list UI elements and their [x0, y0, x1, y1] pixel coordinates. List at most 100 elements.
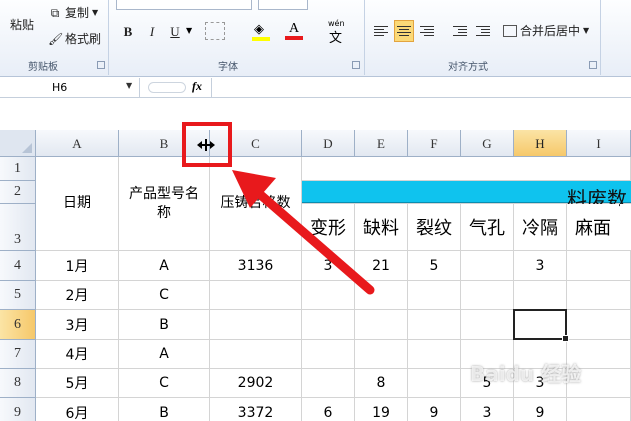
table-cell[interactable] [408, 340, 460, 368]
row-header-4[interactable]: 4 [0, 251, 36, 281]
copy-button[interactable]: ⧉ 复制 ▼ [48, 4, 98, 21]
table-cell[interactable] [408, 310, 460, 339]
font-name-select[interactable] [116, 0, 252, 10]
defect-header[interactable]: 裂纹 [408, 204, 460, 250]
selected-cell[interactable] [513, 309, 569, 342]
column-header-g[interactable]: G [461, 130, 514, 157]
align-right-button[interactable] [417, 20, 437, 42]
table-cell[interactable] [302, 310, 354, 339]
column-header-i[interactable]: I [567, 130, 631, 157]
table-cell[interactable] [461, 281, 513, 309]
paste-button[interactable]: 粘贴 [8, 2, 44, 47]
format-painter-button[interactable]: 🖌 格式刷 [48, 30, 101, 47]
row-header-8[interactable]: 8 [0, 369, 36, 398]
border-button[interactable] [205, 22, 225, 40]
table-cell[interactable]: 2902 [210, 369, 301, 397]
table-cell[interactable]: 5 [408, 251, 460, 280]
table-cell[interactable] [355, 281, 407, 309]
table-cell[interactable] [302, 369, 354, 397]
table-cell[interactable] [567, 251, 630, 280]
table-cell[interactable]: C [119, 369, 209, 397]
table-cell[interactable] [210, 340, 301, 368]
table-cell[interactable]: 3136 [210, 251, 301, 280]
table-cell[interactable]: A [119, 340, 209, 368]
table-cell[interactable] [302, 281, 354, 309]
header-passed-count[interactable]: 压铸合格数 [210, 157, 301, 250]
table-cell[interactable]: A [119, 251, 209, 280]
table-cell[interactable]: 6 [302, 398, 354, 421]
header-model[interactable]: 产品型号名称 [119, 157, 209, 250]
italic-button[interactable]: I [142, 22, 162, 42]
defect-header[interactable]: 麻面 [567, 204, 619, 250]
table-cell[interactable]: 1月 [36, 251, 118, 280]
table-cell[interactable]: 9 [408, 398, 460, 421]
row-header-2[interactable]: 2 [0, 181, 36, 204]
chevron-down-icon[interactable]: ▼ [126, 81, 132, 90]
font-size-select[interactable] [258, 0, 308, 10]
increase-indent-button[interactable] [473, 20, 493, 42]
dialog-launcher-icon[interactable] [97, 61, 105, 69]
table-cell[interactable]: 3 [461, 398, 513, 421]
select-all-button[interactable] [0, 130, 36, 157]
table-cell[interactable]: B [119, 398, 209, 421]
column-header-a[interactable]: A [36, 130, 119, 157]
column-header-f[interactable]: F [408, 130, 461, 157]
defect-header[interactable]: 缺料 [355, 204, 407, 250]
table-cell[interactable]: 3372 [210, 398, 301, 421]
table-cell[interactable]: 6月 [36, 398, 118, 421]
underline-button[interactable]: U [165, 22, 185, 42]
table-cell[interactable]: 19 [355, 398, 407, 421]
table-cell[interactable]: 3 [302, 251, 354, 280]
table-cell[interactable] [210, 310, 301, 339]
align-center-button[interactable] [394, 20, 414, 42]
table-cell[interactable] [461, 310, 513, 339]
table-cell[interactable] [461, 251, 513, 280]
table-cell[interactable]: 5月 [36, 369, 118, 397]
defect-header[interactable]: 粘 [620, 204, 631, 250]
column-header-h[interactable]: H [514, 130, 567, 157]
defect-header[interactable]: 气孔 [461, 204, 513, 250]
table-cell[interactable] [567, 281, 630, 309]
header-date[interactable]: 日期 [36, 157, 118, 250]
table-cell[interactable] [514, 281, 566, 309]
table-cell[interactable] [567, 398, 630, 421]
bold-button[interactable]: B [118, 22, 138, 42]
table-cell[interactable]: 2月 [36, 281, 118, 309]
table-cell[interactable]: 9 [514, 398, 566, 421]
font-color-button[interactable]: A [285, 21, 305, 41]
table-cell[interactable]: C [119, 281, 209, 309]
table-cell[interactable] [408, 281, 460, 309]
row-header-5[interactable]: 5 [0, 281, 36, 310]
resize-handle[interactable] [148, 82, 186, 93]
scrap-banner[interactable]: 料废数 [302, 181, 631, 211]
defect-header[interactable]: 变形 [302, 204, 354, 250]
table-cell[interactable]: 21 [355, 251, 407, 280]
empty-cell[interactable] [302, 157, 630, 180]
fill-color-button[interactable]: ◈ [252, 22, 272, 42]
table-cell[interactable] [302, 340, 354, 368]
table-cell[interactable]: 3 [514, 251, 566, 280]
table-cell[interactable]: 3月 [36, 310, 118, 339]
table-cell[interactable] [355, 340, 407, 368]
table-cell[interactable] [408, 369, 460, 397]
table-cell[interactable]: 8 [355, 369, 407, 397]
row-header-3[interactable]: 3 [0, 204, 36, 251]
align-left-button[interactable] [371, 20, 391, 42]
table-cell[interactable] [355, 310, 407, 339]
merge-center-button[interactable]: 合并后居中 ▼ [503, 22, 589, 39]
decrease-indent-button[interactable] [450, 20, 470, 42]
dialog-launcher-icon[interactable] [352, 61, 360, 69]
column-header-e[interactable]: E [355, 130, 408, 157]
row-header-7[interactable]: 7 [0, 340, 36, 369]
column-header-d[interactable]: D [302, 130, 355, 157]
row-header-6[interactable]: 6 [0, 310, 36, 340]
table-cell[interactable]: B [119, 310, 209, 339]
table-cell[interactable] [210, 281, 301, 309]
row-header-1[interactable]: 1 [0, 157, 36, 181]
table-cell[interactable]: 4月 [36, 340, 118, 368]
name-box[interactable]: H6 ▼ [0, 78, 140, 97]
dialog-launcher-icon[interactable] [589, 61, 597, 69]
phonetic-button[interactable]: wén 文 [326, 19, 352, 46]
row-header-9[interactable]: 9 [0, 398, 36, 421]
insert-function-button[interactable]: fx [192, 79, 202, 94]
